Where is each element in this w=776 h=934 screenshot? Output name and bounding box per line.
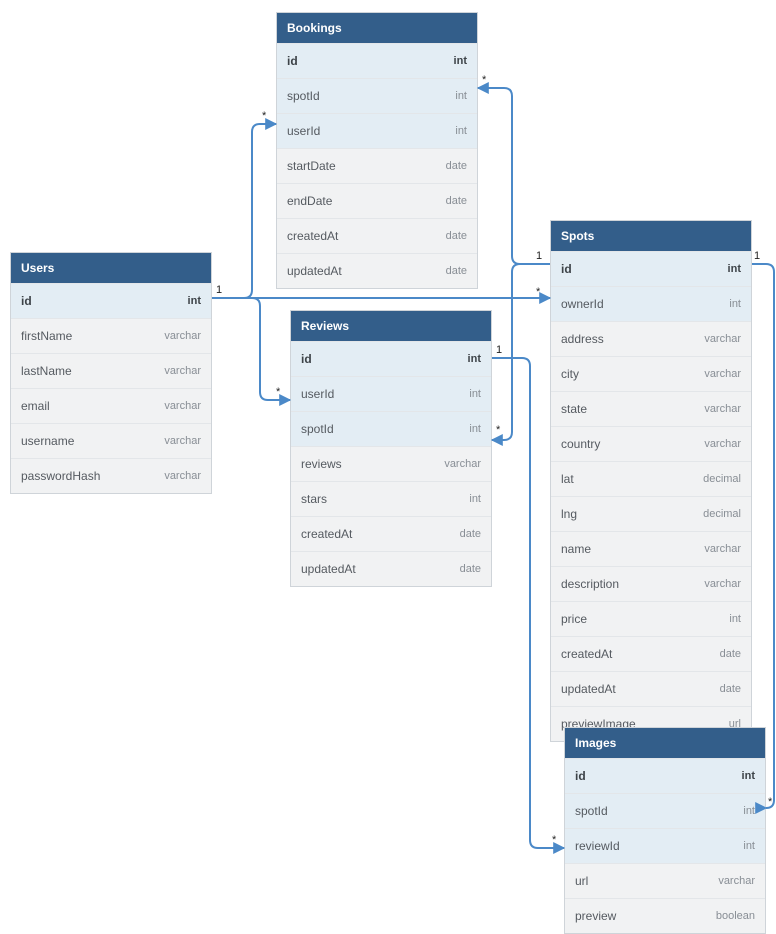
col-spots-country: countryvarchar: [551, 426, 751, 461]
col-bookings-spotId: spotIdint: [277, 78, 477, 113]
col-reviews-stars: starsint: [291, 481, 491, 516]
col-spots-ownerId: ownerIdint: [551, 286, 751, 321]
card-spots-id-one-left: 1: [536, 250, 542, 262]
col-reviews-reviews: reviewsvarchar: [291, 446, 491, 481]
card-spots-ownerId-many: *: [536, 286, 540, 298]
table-header-reviews: Reviews: [291, 311, 491, 341]
col-reviews-updatedAt: updatedAtdate: [291, 551, 491, 586]
col-spots-createdAt: createdAtdate: [551, 636, 751, 671]
col-bookings-id: idint: [277, 43, 477, 78]
col-spots-name: namevarchar: [551, 531, 751, 566]
card-users-one: 1: [216, 284, 222, 296]
table-header-users: Users: [11, 253, 211, 283]
col-reviews-userId: userIdint: [291, 376, 491, 411]
card-bookings-userId-many: *: [262, 110, 266, 122]
col-images-preview: previewboolean: [565, 898, 765, 933]
col-users-firstName: firstNamevarchar: [11, 318, 211, 353]
col-bookings-endDate: endDatedate: [277, 183, 477, 218]
erd-canvas: { "tables": { "users": { "title": "Users…: [0, 0, 776, 909]
table-reviews[interactable]: Reviews idint userIdint spotIdint review…: [290, 310, 492, 587]
col-users-passwordHash: passwordHashvarchar: [11, 458, 211, 493]
table-spots[interactable]: Spots idint ownerIdint addressvarchar ci…: [550, 220, 752, 742]
col-users-lastName: lastNamevarchar: [11, 353, 211, 388]
col-spots-lat: latdecimal: [551, 461, 751, 496]
card-reviews-id-one: 1: [496, 344, 502, 356]
col-reviews-id: idint: [291, 341, 491, 376]
table-header-spots: Spots: [551, 221, 751, 251]
col-images-spotId: spotIdint: [565, 793, 765, 828]
card-images-spotId-many: *: [768, 796, 772, 808]
card-images-reviewId-many: *: [552, 834, 556, 846]
col-spots-lng: lngdecimal: [551, 496, 751, 531]
col-users-email: emailvarchar: [11, 388, 211, 423]
col-spots-state: statevarchar: [551, 391, 751, 426]
table-users[interactable]: Users idint firstNamevarchar lastNamevar…: [10, 252, 212, 494]
col-spots-id: idint: [551, 251, 751, 286]
col-bookings-userId: userIdint: [277, 113, 477, 148]
table-header-images: Images: [565, 728, 765, 758]
col-images-reviewId: reviewIdint: [565, 828, 765, 863]
col-bookings-updatedAt: updatedAtdate: [277, 253, 477, 288]
col-spots-city: cityvarchar: [551, 356, 751, 391]
col-spots-updatedAt: updatedAtdate: [551, 671, 751, 706]
col-spots-price: priceint: [551, 601, 751, 636]
col-users-username: usernamevarchar: [11, 423, 211, 458]
col-users-id: idint: [11, 283, 211, 318]
col-images-url: urlvarchar: [565, 863, 765, 898]
card-reviews-spotId-many: *: [496, 424, 500, 436]
col-bookings-createdAt: createdAtdate: [277, 218, 477, 253]
col-reviews-spotId: spotIdint: [291, 411, 491, 446]
col-reviews-createdAt: createdAtdate: [291, 516, 491, 551]
card-spots-id-one-right: 1: [754, 250, 760, 262]
table-bookings[interactable]: Bookings idint spotIdint userIdint start…: [276, 12, 478, 289]
col-images-id: idint: [565, 758, 765, 793]
card-bookings-spotId-many: *: [482, 74, 486, 86]
col-spots-description: descriptionvarchar: [551, 566, 751, 601]
table-header-bookings: Bookings: [277, 13, 477, 43]
table-images[interactable]: Images idint spotIdint reviewIdint urlva…: [564, 727, 766, 934]
card-reviews-userId-many: *: [276, 386, 280, 398]
col-spots-address: addressvarchar: [551, 321, 751, 356]
col-bookings-startDate: startDatedate: [277, 148, 477, 183]
